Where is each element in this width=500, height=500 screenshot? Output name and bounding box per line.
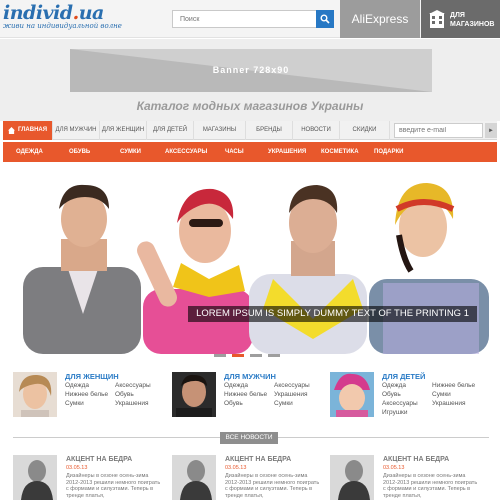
news-text: Дизайнеры в сезоне осень-зима 2012-2013 … — [383, 473, 478, 499]
hero-slider[interactable]: LOREM IPSUM IS SIMPLY DUMMY TEXT OF THE … — [13, 179, 489, 354]
slider-dot[interactable] — [268, 354, 280, 357]
nav-item-kids[interactable]: ДЛЯ ДЕТЕЙ — [147, 121, 194, 140]
hero-image — [13, 179, 489, 354]
category-link[interactable]: Нижнее белье — [65, 391, 108, 398]
search-box — [172, 10, 334, 28]
nav-item-label: СКИДКИ — [352, 127, 377, 133]
news-date: 03.05.13 — [225, 465, 247, 471]
category-link[interactable]: Одежда — [224, 382, 248, 389]
category-kids: ДЛЯ ДЕТЕЙ Одежда Обувь Аксессуары Игрушк… — [330, 372, 480, 422]
news-text: Дизайнеры в сезоне осень-зима 2012-2013 … — [225, 473, 320, 499]
site-logo[interactable]: individ.ua живи на индивидуальной волне — [3, 2, 122, 30]
nav-item-news[interactable]: НОВОСТИ — [293, 121, 340, 140]
subnav-item-jewelry[interactable]: УКРАШЕНИЯ — [268, 142, 306, 162]
category-link[interactable]: Аксессуары — [382, 400, 418, 407]
category-link[interactable]: Украшения — [432, 400, 465, 407]
search-button[interactable] — [316, 10, 334, 28]
nav-item-label: ДЛЯ ДЕТЕЙ — [152, 127, 188, 133]
category-link[interactable]: Сумки — [274, 400, 293, 407]
search-icon — [320, 14, 330, 24]
aliexpress-button[interactable]: AliExpress — [340, 0, 420, 38]
category-link[interactable]: Обувь — [382, 391, 401, 398]
category-link[interactable]: Обувь — [224, 400, 243, 407]
nav-item-label: ГЛАВНАЯ — [17, 127, 48, 133]
category-link[interactable]: Одежда — [382, 382, 406, 389]
news-date: 03.05.13 — [66, 465, 88, 471]
nav-item-label: НОВОСТИ — [301, 127, 331, 133]
nav-item-shops[interactable]: МАГАЗИНЫ — [194, 121, 246, 140]
news-thumbnail — [13, 455, 57, 500]
news-item[interactable]: АКЦЕНТ НА БЕДРА 03.05.13 Дизайнеры в сез… — [13, 455, 163, 500]
category-title[interactable]: ДЛЯ ДЕТЕЙ — [382, 372, 425, 381]
news-title[interactable]: АКЦЕНТ НА БЕДРА — [225, 456, 291, 463]
news-title[interactable]: АКЦЕНТ НА БЕДРА — [383, 456, 449, 463]
banner-label: Banner 728x90 — [212, 65, 290, 75]
subnav-item-accessories[interactable]: АКСЕССУАРЫ — [165, 142, 207, 162]
home-icon — [7, 127, 15, 134]
logo-text: individ.ua — [3, 2, 104, 24]
nav-item-women[interactable]: ДЛЯ ЖЕНЩИН — [100, 121, 147, 140]
hero-caption: LOREM IPSUM IS SIMPLY DUMMY TEXT OF THE … — [188, 306, 477, 322]
for-shops-label: ДЛЯ МАГАЗИНОВ — [450, 12, 495, 28]
subnav-item-gifts[interactable]: ПОДАРКИ — [374, 142, 403, 162]
catalog-title: Каталог модных магазинов Украины — [136, 99, 364, 113]
subnav-item-clothing[interactable]: ОДЕЖДА — [16, 142, 43, 162]
nav-item-brands[interactable]: БРЕНДЫ — [246, 121, 293, 140]
women-thumbnail[interactable] — [13, 372, 57, 417]
building-icon — [429, 10, 445, 33]
category-title[interactable]: ДЛЯ МУЖЧИН — [224, 372, 276, 381]
news-item[interactable]: АКЦЕНТ НА БЕДРА 03.05.13 Дизайнеры в сез… — [330, 455, 480, 500]
all-news-button[interactable]: ВСЕ НОВОСТИ — [220, 432, 278, 444]
category-men: ДЛЯ МУЖЧИН Одежда Нижнее белье Обувь Акс… — [172, 372, 322, 422]
nav-item-label: ДЛЯ ЖЕНЩИН — [101, 127, 145, 133]
banner-zone: Banner 728x90 Каталог модных магазинов У… — [0, 39, 500, 121]
slider-dot[interactable] — [214, 354, 226, 357]
category-link[interactable]: Игрушки — [382, 409, 408, 416]
category-link[interactable]: Сумки — [432, 391, 451, 398]
category-link[interactable]: Нижнее белье — [432, 382, 475, 389]
subscribe-button[interactable]: ► — [485, 123, 497, 138]
news-text: Дизайнеры в сезоне осень-зима 2012-2013 … — [66, 473, 161, 499]
news-date: 03.05.13 — [383, 465, 405, 471]
category-link[interactable]: Аксессуары — [274, 382, 310, 389]
category-link[interactable]: Одежда — [65, 382, 89, 389]
news-thumbnail — [172, 455, 216, 500]
slider-dot-active[interactable] — [232, 354, 244, 357]
kids-thumbnail[interactable] — [330, 372, 374, 417]
subnav-item-bags[interactable]: СУМКИ — [120, 142, 141, 162]
ad-banner[interactable]: Banner 728x90 — [70, 49, 432, 92]
news-header: ВСЕ НОВОСТИ — [0, 432, 500, 444]
category-subnav: ОДЕЖДА ОБУВЬ СУМКИ АКСЕССУАРЫ ЧАСЫ УКРАШ… — [3, 142, 497, 162]
news-title[interactable]: АКЦЕНТ НА БЕДРА — [66, 456, 132, 463]
search-input[interactable] — [173, 11, 318, 27]
subnav-item-watches[interactable]: ЧАСЫ — [225, 142, 244, 162]
men-thumbnail[interactable] — [172, 372, 216, 417]
news-thumbnail — [330, 455, 374, 500]
news-item[interactable]: АКЦЕНТ НА БЕДРА 03.05.13 Дизайнеры в сез… — [172, 455, 322, 500]
for-shops-button[interactable]: ДЛЯ МАГАЗИНОВ — [421, 0, 500, 38]
logo-tagline: живи на индивидуальной волне — [3, 22, 122, 30]
nav-item-label: МАГАЗИНЫ — [202, 127, 237, 133]
email-field[interactable] — [394, 123, 483, 138]
category-link[interactable]: Аксессуары — [115, 382, 151, 389]
category-women: ДЛЯ ЖЕНЩИН Одежда Нижнее белье Сумки Акс… — [13, 372, 163, 422]
category-link[interactable]: Сумки — [65, 400, 84, 407]
main-nav: ГЛАВНАЯ ДЛЯ МУЖЧИН ДЛЯ ЖЕНЩИН ДЛЯ ДЕТЕЙ … — [3, 121, 497, 140]
subnav-item-cosmetics[interactable]: КОСМЕТИКА — [321, 142, 359, 162]
nav-item-label: БРЕНДЫ — [256, 127, 282, 133]
nav-item-home[interactable]: ГЛАВНАЯ — [3, 121, 53, 140]
category-link[interactable]: Украшения — [115, 400, 148, 407]
slider-dot[interactable] — [250, 354, 262, 357]
category-link[interactable]: Обувь — [115, 391, 134, 398]
category-link[interactable]: Украшения — [274, 391, 307, 398]
nav-item-label: ДЛЯ МУЖЧИН — [55, 127, 97, 133]
subnav-item-shoes[interactable]: ОБУВЬ — [69, 142, 90, 162]
nav-item-men[interactable]: ДЛЯ МУЖЧИН — [53, 121, 100, 140]
nav-item-sales[interactable]: СКИДКИ — [340, 121, 390, 140]
category-link[interactable]: Нижнее белье — [224, 391, 267, 398]
category-title[interactable]: ДЛЯ ЖЕНЩИН — [65, 372, 119, 381]
site-header: individ.ua живи на индивидуальной волне … — [0, 0, 500, 38]
